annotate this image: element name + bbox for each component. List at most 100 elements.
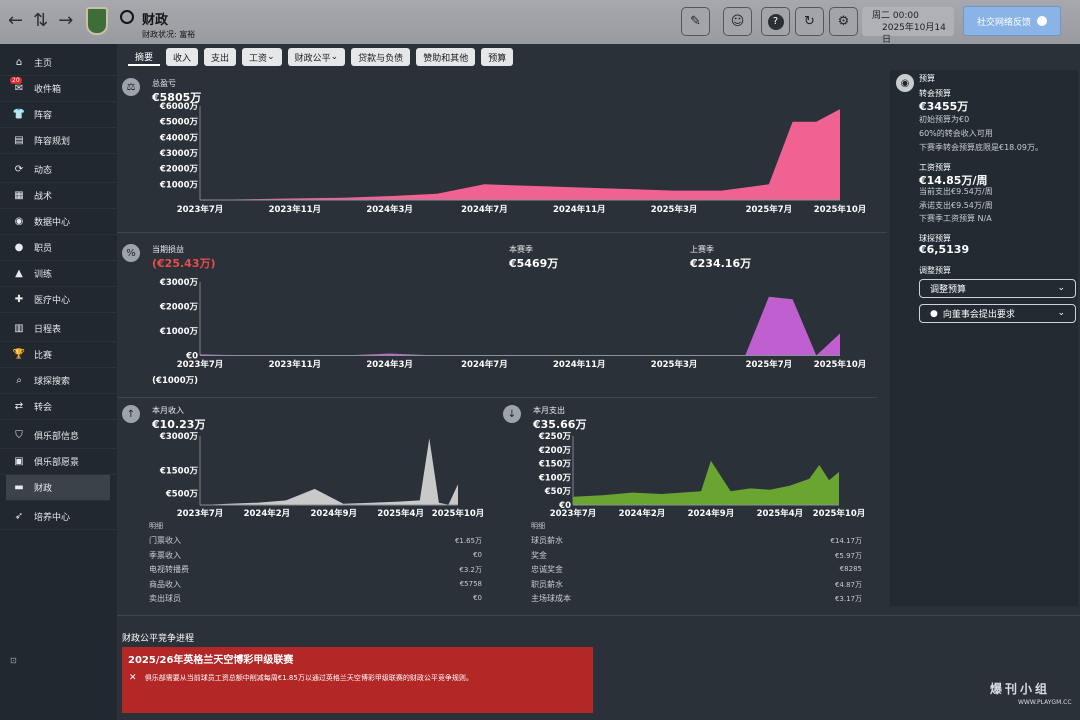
piggy-bank-icon: ◉ (896, 74, 914, 92)
sidebar-item-label: 主页 (34, 59, 53, 69)
expense-chart: €250万€200万€150万€100万€50万€02023年7月 2024年2月… (538, 432, 865, 519)
sidebar-item-13[interactable]: ⇄ 转会 (0, 394, 117, 420)
sidebar-item-11[interactable]: 🏆 比赛 (0, 342, 117, 368)
tab-1[interactable]: 收入 (166, 48, 199, 66)
adjust-budget-dropdown[interactable]: 调整预算 ⌄ (919, 279, 1076, 298)
tab-6[interactable]: 赞助和其他 (416, 48, 476, 66)
settings-button[interactable]: ⚙ (829, 7, 858, 36)
series-area (573, 460, 839, 505)
sidebar-item-10[interactable]: ▥ 日程表 (0, 316, 117, 342)
tab-bar: 摘要 收入 支出 工资 ⌄ 财政公平 ⌄ 贷款与负债 赞助和其他 预算 (128, 48, 514, 66)
sidebar-item-4[interactable]: ⟳ 动态 (0, 157, 117, 183)
sidebar-item-6[interactable]: ◉ 数据中心 (0, 209, 117, 235)
help-button[interactable]: ? (761, 7, 790, 36)
x-tick-label: 2023年7月 (177, 359, 224, 370)
page-subtitle: 财政状况: 富裕 (142, 30, 196, 39)
edit-button[interactable]: ✎ (681, 7, 710, 36)
sidebar-item-17[interactable]: ➶ 培养中心 (0, 504, 117, 530)
wage-note-3: 下赛季工资预算 N/A (919, 214, 992, 223)
profit-current-label: 当期损益 (152, 245, 184, 254)
income-chart: €3000万 €1500万 €500万 2023年7月 2024年2月 2024年9月 20… (159, 432, 484, 519)
percent-icon: % (122, 244, 140, 262)
balance-icon: ⚖ (122, 78, 140, 96)
board-request-dropdown-label: 向董事会提出要求 (942, 310, 1015, 320)
profit-current-value: (€25.43万) (152, 257, 216, 270)
detail-row-value: €3.2万 (459, 566, 482, 574)
arrow-up-icon: ↑ (122, 405, 140, 423)
sidebar-item-label: 收件箱 (34, 85, 62, 95)
date-display[interactable]: 周二 00:00 2025年10月14日 (862, 7, 954, 45)
date-day: 2025年10月14日 (882, 23, 946, 45)
series-area (200, 296, 840, 356)
ffp-league: 2025/26年英格兰天空博彩甲级联赛 (128, 655, 294, 666)
sidebar-item-label: 俱乐部信息 (34, 432, 80, 442)
y-tick-label: €200万 (538, 446, 572, 456)
sidebar-item-8[interactable]: ▲ 训练 (0, 261, 117, 287)
detail-row-name: 季票收入 (149, 550, 181, 560)
y-tick-label: €2000万 (159, 165, 199, 175)
transfer-icon: ⇄ (14, 401, 24, 412)
clipboard-icon: ▤ (14, 135, 24, 146)
sidebar-item-7[interactable]: ● 职员 (0, 235, 117, 261)
sidebar-item-15[interactable]: ▣ 俱乐部愿景 (0, 449, 117, 475)
expense-label: 本月支出 (533, 406, 565, 415)
y-tick-label: €2000万 (159, 303, 199, 313)
club-badge-icon[interactable] (86, 7, 108, 35)
brain-button[interactable]: ☺ (723, 7, 752, 36)
x-tick-label: 2023年7月 (550, 508, 597, 519)
sidebar-item-1[interactable]: ✉ 20 收件箱 (0, 76, 117, 102)
divider (117, 615, 1080, 616)
y-tick-label: €1000万 (159, 327, 199, 337)
tab-2[interactable]: 支出 (204, 48, 237, 66)
tab-label: 贷款与负债 (358, 53, 404, 64)
sidebar-item-3[interactable]: ▤ 阵容规划 (0, 128, 117, 154)
tab-4[interactable]: 财政公平 ⌄ (287, 48, 346, 66)
transfer-note-3: 下赛季转会预算底限是€18.09万。 (919, 143, 1043, 152)
x-tick-label: 2024年7月 (461, 359, 508, 370)
social-feedback-button[interactable]: 社交网络反馈 (963, 6, 1061, 36)
sidebar-item-label: 医疗中心 (34, 296, 71, 306)
refresh-button[interactable]: ↻ (795, 7, 824, 36)
board-request-dropdown[interactable]: ● 向董事会提出要求 ⌄ (919, 304, 1076, 323)
divider (117, 397, 877, 398)
forward-arrow-icon[interactable]: → (58, 10, 73, 31)
page-title: 财政 (142, 13, 169, 28)
sidebar-item-label: 职员 (34, 244, 53, 254)
detail-row-name: 主场球成本 (531, 594, 571, 603)
detail-header: 明细 (149, 522, 163, 530)
sidebar-item-label: 阵容 (34, 111, 53, 121)
sidebar-item-2[interactable]: 👕 阵容 (0, 102, 117, 128)
detail-row-name: 商品收入 (149, 579, 181, 589)
tab-7[interactable]: 预算 (481, 48, 514, 66)
sidebar-item-label: 培养中心 (34, 513, 71, 523)
x-tick-label: 2025年7月 (746, 204, 793, 215)
sidebar: ⌂ 主页 ✉ 20 收件箱 👕 阵容 ▤ 阵容规划 ⟳ 动态 ▦ 战术 ◉ 数据中心 ● 职员 ▲ 训练 ✚ 医疗中心 ▥… (0, 44, 117, 720)
sidebar-item-label: 阵容规划 (34, 137, 71, 147)
sidebar-footer-icon[interactable]: ⊡ (10, 656, 17, 665)
y-tick-label: €6000万 (159, 102, 199, 112)
tab-5[interactable]: 贷款与负债 (351, 48, 411, 66)
detail-row-name: 门票收入 (149, 536, 181, 545)
x-tick-label: 2024年3月 (366, 204, 413, 215)
y-tick-label: €150万 (538, 460, 572, 470)
search-icon (120, 10, 134, 24)
tab-0[interactable]: 摘要 (128, 48, 161, 66)
y-tick-label: €3000万 (159, 278, 199, 288)
sidebar-item-9[interactable]: ✚ 医疗中心 (0, 287, 117, 313)
sidebar-item-label: 俱乐部愿景 (34, 458, 80, 468)
tactics-icon: ▦ (14, 190, 24, 201)
up-down-icon[interactable]: ⇅ (33, 10, 48, 31)
sidebar-item-0[interactable]: ⌂ 主页 (0, 50, 117, 76)
sidebar-item-5[interactable]: ▦ 战术 (0, 183, 117, 209)
sidebar-item-12[interactable]: ⌕ 球探搜索 (0, 368, 117, 394)
transfer-note-1: 初始预算为€0 (919, 115, 970, 124)
tab-3[interactable]: 工资 ⌄ (242, 48, 282, 66)
inbox-badge: 20 (10, 77, 22, 84)
back-arrow-icon[interactable]: ← (8, 10, 23, 31)
sidebar-item-14[interactable]: ⛉ 俱乐部信息 (0, 423, 117, 449)
sidebar-item-16[interactable]: ▬ 财政 (6, 475, 110, 501)
chevron-down-icon: ⌄ (330, 52, 339, 62)
x-tick-label: 2025年4月 (757, 508, 804, 519)
x-tick-label: 2024年3月 (366, 359, 413, 370)
arrow-circle-icon (1037, 16, 1047, 26)
